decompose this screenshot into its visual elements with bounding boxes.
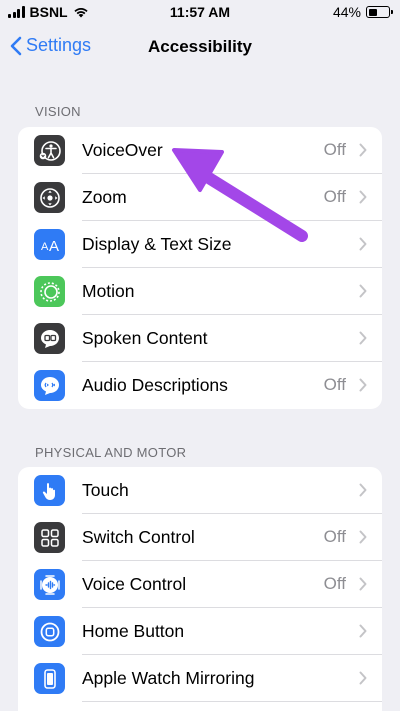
status-right: 44% — [332, 4, 393, 20]
battery-percent: 44% — [332, 4, 361, 20]
chevron-right-icon — [359, 577, 367, 591]
home-button-icon — [34, 616, 65, 647]
row-display-text-size[interactable]: A A Display & Text Size — [18, 221, 382, 268]
battery-fill — [368, 8, 377, 16]
row-label: Display & Text Size — [82, 234, 232, 254]
row-label: Spoken Content — [82, 328, 208, 348]
row-label: Touch — [82, 480, 129, 500]
row-apple-watch-mirroring[interactable]: Apple Watch Mirroring — [18, 655, 382, 702]
row-label: Switch Control — [82, 527, 195, 547]
row-label: VoiceOver — [82, 140, 163, 160]
row-switch-control[interactable]: Switch Control Off — [18, 514, 382, 561]
audio-description-icon — [34, 370, 65, 401]
chevron-right-icon — [359, 624, 367, 638]
row-voiceover[interactable]: VoiceOver Off — [18, 127, 382, 174]
status-bar: BSNL 11:57 AM 44% — [0, 0, 400, 26]
row-label: Zoom — [82, 187, 127, 207]
vision-group: VoiceOver Off Zoom Off A A Display & Tex… — [18, 127, 382, 409]
chevron-left-icon — [10, 36, 22, 55]
row-value: Off — [323, 574, 346, 593]
chevron-right-icon — [359, 530, 367, 544]
chevron-right-icon — [359, 671, 367, 685]
battery-icon — [366, 6, 393, 18]
row-audio-descriptions[interactable]: Audio Descriptions Off — [18, 362, 382, 409]
row-motion[interactable]: Motion — [18, 268, 382, 315]
row-label: Voice Control — [82, 574, 187, 594]
chevron-right-icon — [359, 143, 367, 157]
text-size-icon: A A — [34, 229, 65, 260]
row-value: Off — [323, 375, 346, 394]
section-header-physical-motor: PHYSICAL AND MOTOR — [35, 445, 187, 460]
row-value: Off — [323, 187, 346, 206]
row-label: Audio Descriptions — [82, 375, 228, 395]
switch-grid-icon — [34, 522, 65, 553]
zoom-icon — [34, 182, 65, 213]
navigation-bar: Settings Accessibility — [0, 26, 400, 70]
row-voice-control[interactable]: Voice Control Off — [18, 561, 382, 608]
row-home-button[interactable]: Home Button — [18, 608, 382, 655]
row-label: Apple Watch Mirroring — [82, 668, 255, 688]
row-value: Off — [323, 140, 346, 159]
voiceover-icon — [34, 135, 65, 166]
voice-control-icon — [34, 569, 65, 600]
row-zoom[interactable]: Zoom Off — [18, 174, 382, 221]
row-spoken-content[interactable]: Spoken Content — [18, 315, 382, 362]
chevron-right-icon — [359, 483, 367, 497]
back-label: Settings — [26, 35, 92, 55]
chevron-right-icon — [359, 284, 367, 298]
physical-motor-group: Touch Switch Control Off Voice Control O… — [18, 467, 382, 711]
speech-bubble-icon — [34, 323, 65, 354]
chevron-right-icon — [359, 237, 367, 251]
chevron-right-icon — [359, 378, 367, 392]
back-button[interactable]: Settings — [10, 35, 91, 56]
motion-icon — [34, 276, 65, 307]
hand-pointer-icon — [34, 475, 65, 506]
chevron-right-icon — [359, 190, 367, 204]
row-touch[interactable]: Touch — [18, 467, 382, 514]
watch-icon — [34, 663, 65, 694]
row-value: Off — [323, 527, 346, 546]
row-label: Motion — [82, 281, 135, 301]
chevron-right-icon — [359, 331, 367, 345]
row-label: Home Button — [82, 621, 185, 641]
svg-text:A: A — [41, 241, 49, 253]
section-header-vision: VISION — [35, 104, 81, 119]
svg-text:A: A — [49, 238, 59, 255]
